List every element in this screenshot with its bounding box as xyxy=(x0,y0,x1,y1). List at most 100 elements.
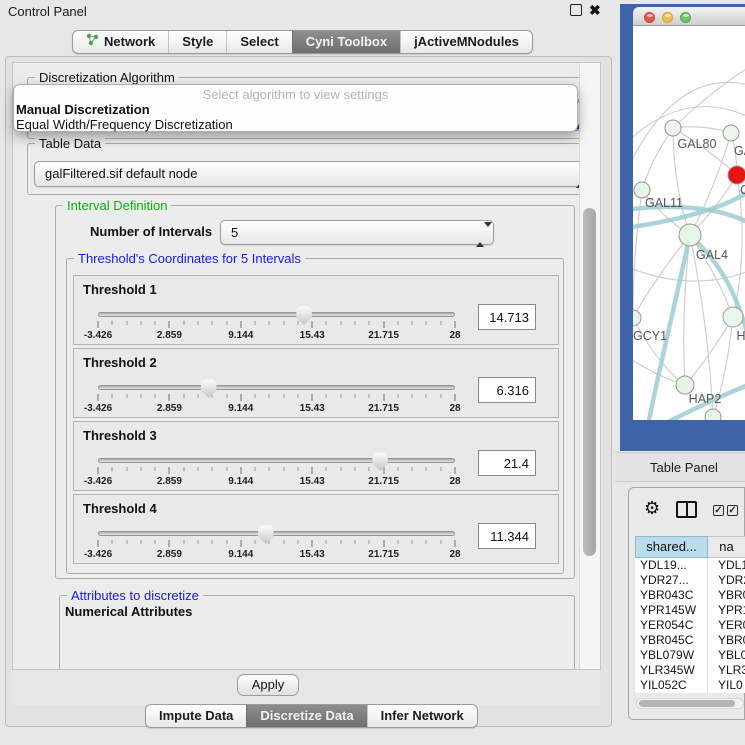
scrollbar-thumb[interactable] xyxy=(583,208,596,556)
tick-mark xyxy=(440,540,441,544)
threshold-value-field[interactable]: 6.316 xyxy=(478,377,536,403)
cell-shared-name[interactable]: YDL19... xyxy=(635,558,708,573)
tick-mark xyxy=(455,540,456,547)
cell-name[interactable]: YLR3 xyxy=(708,663,745,678)
tab-label: Cyni Toolbox xyxy=(306,31,387,53)
group-title: Table Data xyxy=(35,136,105,151)
threshold-value-field[interactable]: 14.713 xyxy=(478,304,536,330)
column-header-shared-name[interactable]: shared... xyxy=(635,536,708,558)
table-row[interactable]: YBL079WYBL0 xyxy=(635,648,745,663)
threshold-value-field[interactable]: 11.344 xyxy=(478,523,536,549)
cell-shared-name[interactable]: YPR145W xyxy=(635,603,708,618)
slider-tick-labels: -3.4262.8599.14415.4321.71528 xyxy=(98,549,455,560)
table-data-combobox[interactable]: galFiltered.sif default node xyxy=(34,161,579,187)
table-panel-title: Table Panel xyxy=(650,460,718,475)
table-row[interactable]: YDL19...YDL1 xyxy=(635,558,745,573)
cell-shared-name[interactable]: YIL052C xyxy=(635,678,708,693)
cell-name[interactable]: YIL0 xyxy=(708,678,745,693)
network-canvas[interactable]: GAL80GACGAL11GAL4GCY1HHAP2 xyxy=(633,26,745,420)
dropdown-option-manual-discretization[interactable]: Manual Discretization xyxy=(14,102,577,117)
cell-name[interactable]: YER0 xyxy=(708,618,745,633)
threshold-slider[interactable]: -3.4262.8599.14415.4321.71528 xyxy=(98,306,455,340)
network-edge[interactable] xyxy=(673,127,731,133)
network-node-H[interactable] xyxy=(723,307,743,327)
table-row[interactable]: YBR043CYBR0 xyxy=(635,588,745,603)
table-row[interactable]: YDR27...YDR2 xyxy=(635,573,745,588)
cell-name[interactable]: YDR2 xyxy=(708,573,745,588)
tab-cyni-toolbox[interactable]: Cyni Toolbox xyxy=(292,31,400,53)
table-row[interactable]: YER054CYER0 xyxy=(635,618,745,633)
float-window-icon[interactable] xyxy=(570,4,582,16)
network-node-GAL80[interactable] xyxy=(665,120,681,136)
dropdown-option-equal-width-frequency[interactable]: Equal Width/Frequency Discretization xyxy=(14,117,577,132)
network-node-red-node[interactable] xyxy=(728,166,745,184)
column-header-name[interactable]: na xyxy=(708,536,745,558)
panel-vertical-scrollbar[interactable] xyxy=(579,63,600,669)
tick-mark xyxy=(212,540,213,544)
network-edge[interactable] xyxy=(633,266,745,281)
cell-shared-name[interactable]: YDR27... xyxy=(635,573,708,588)
cell-name[interactable]: YBL0 xyxy=(708,648,745,663)
zoom-traffic-light-icon[interactable] xyxy=(680,12,691,23)
node-label-GCY1: GCY1 xyxy=(633,329,667,343)
slider-track[interactable] xyxy=(98,531,455,536)
cell-shared-name[interactable]: YLR345W xyxy=(635,663,708,678)
table-row[interactable]: YIL052CYIL0 xyxy=(635,678,745,693)
network-node-GA[interactable] xyxy=(723,125,739,141)
close-icon[interactable]: ✖ xyxy=(589,2,601,19)
apply-button[interactable]: Apply xyxy=(237,674,299,696)
network-node-GAL4[interactable] xyxy=(679,224,701,246)
tick-mark xyxy=(412,321,413,325)
network-edge[interactable] xyxy=(685,317,733,385)
network-edge[interactable] xyxy=(690,235,713,417)
network-edge[interactable] xyxy=(642,128,673,190)
cell-name[interactable]: YBR0 xyxy=(708,588,745,603)
slider-track[interactable] xyxy=(98,385,455,390)
threshold-value-field[interactable]: 21.4 xyxy=(478,450,536,476)
cell-shared-name[interactable]: YBR045C xyxy=(635,633,708,648)
cell-shared-name[interactable]: YBL079W xyxy=(635,648,708,663)
tab-impute-data[interactable]: Impute Data xyxy=(146,705,246,727)
table-horizontal-scrollbar[interactable] xyxy=(636,698,744,709)
tab-style[interactable]: Style xyxy=(168,31,226,53)
cell-shared-name[interactable]: YER054C xyxy=(635,618,708,633)
combo-stepper-icon xyxy=(476,227,485,242)
table-row[interactable]: YLR345WYLR3 xyxy=(635,663,745,678)
tick-mark xyxy=(426,467,427,471)
tab-jactivemnodules[interactable]: jActiveMNodules xyxy=(400,31,532,53)
tick-mark xyxy=(440,394,441,398)
network-edge[interactable] xyxy=(673,66,745,128)
tick-mark xyxy=(155,394,156,398)
table-row[interactable]: YBR045CYBR0 xyxy=(635,633,745,648)
threshold-slider[interactable]: -3.4262.8599.14415.4321.71528 xyxy=(98,452,455,486)
gear-icon[interactable]: ⚙ xyxy=(644,499,660,517)
network-window-titlebar[interactable] xyxy=(633,7,745,26)
number-of-intervals-combobox[interactable]: 5 xyxy=(220,220,494,245)
threshold-slider[interactable]: -3.4262.8599.14415.4321.71528 xyxy=(98,525,455,559)
tab-select[interactable]: Select xyxy=(226,31,291,53)
network-node-GCY1[interactable] xyxy=(633,310,641,326)
slider-track[interactable] xyxy=(98,458,455,463)
tick-mark xyxy=(169,540,170,547)
slider-tick-labels: -3.4262.8599.14415.4321.71528 xyxy=(98,476,455,487)
cell-name[interactable]: YPR1 xyxy=(708,603,745,618)
slider-track[interactable] xyxy=(98,312,455,317)
node-attribute-table: shared... na YDL19...YDL1YDR27...YDR2YBR… xyxy=(635,536,745,693)
tick-label: 9.144 xyxy=(228,476,253,487)
cell-name[interactable]: YBR0 xyxy=(708,633,745,648)
cell-name[interactable]: YDL1 xyxy=(708,558,745,573)
checkbox-checked-icon[interactable]: ✓ xyxy=(713,505,724,516)
tick-mark xyxy=(283,394,284,398)
tab-infer-network[interactable]: Infer Network xyxy=(367,705,477,727)
split-columns-icon[interactable] xyxy=(676,501,697,518)
checkbox-checked-icon[interactable]: ✓ xyxy=(727,505,738,516)
close-traffic-light-icon[interactable] xyxy=(644,12,655,23)
threshold-slider[interactable]: -3.4262.8599.14415.4321.71528 xyxy=(98,379,455,413)
tab-discretize-data[interactable]: Discretize Data xyxy=(246,705,366,727)
table-row[interactable]: YPR145WYPR1 xyxy=(635,603,745,618)
minimize-traffic-light-icon[interactable] xyxy=(662,12,673,23)
network-node-node-bottom[interactable] xyxy=(705,409,721,420)
tab-network[interactable]: Network xyxy=(73,31,168,53)
cell-shared-name[interactable]: YBR043C xyxy=(635,588,708,603)
scrollbar-thumb[interactable] xyxy=(639,700,735,707)
